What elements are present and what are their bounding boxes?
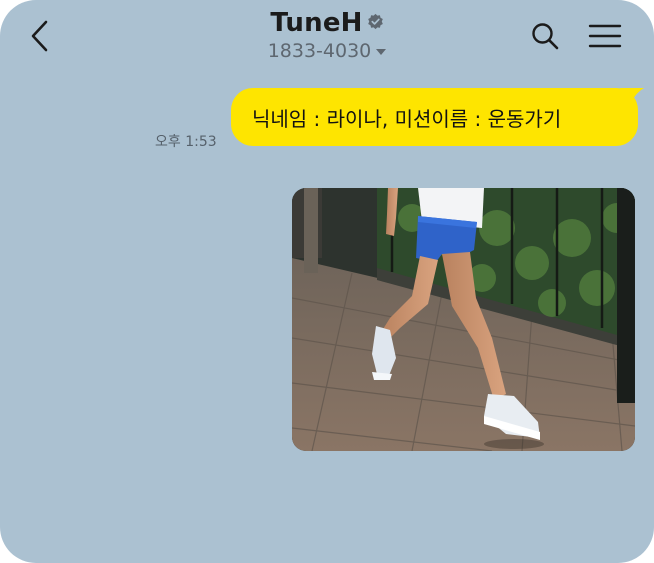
- search-button[interactable]: [527, 18, 563, 54]
- hamburger-menu-icon: [588, 24, 622, 48]
- message-text: 닉네임 : 라이나, 미션이름 : 운동가기: [252, 106, 562, 131]
- outgoing-message-bubble[interactable]: 닉네임 : 라이나, 미션이름 : 운동가기: [231, 88, 638, 146]
- running-legs-photo[interactable]: [292, 188, 635, 451]
- photo-image: [292, 188, 635, 451]
- verified-badge-icon: [367, 13, 383, 29]
- chat-header: TuneH 1833-4030: [0, 0, 654, 76]
- message-timestamp: 오후 1:53: [155, 134, 217, 150]
- caret-down-icon: [376, 49, 387, 55]
- menu-button[interactable]: [586, 18, 624, 54]
- chat-title: TuneH: [270, 8, 363, 38]
- chat-screen: TuneH 1833-4030 오후 1:53 닉네임: 라이나, 미션이름 …: [0, 0, 654, 563]
- phone-dropdown[interactable]: 1833-4030: [268, 40, 387, 62]
- title-row: TuneH: [270, 8, 383, 38]
- phone-number: 1833-4030: [267, 40, 372, 62]
- search-icon: [532, 23, 559, 50]
